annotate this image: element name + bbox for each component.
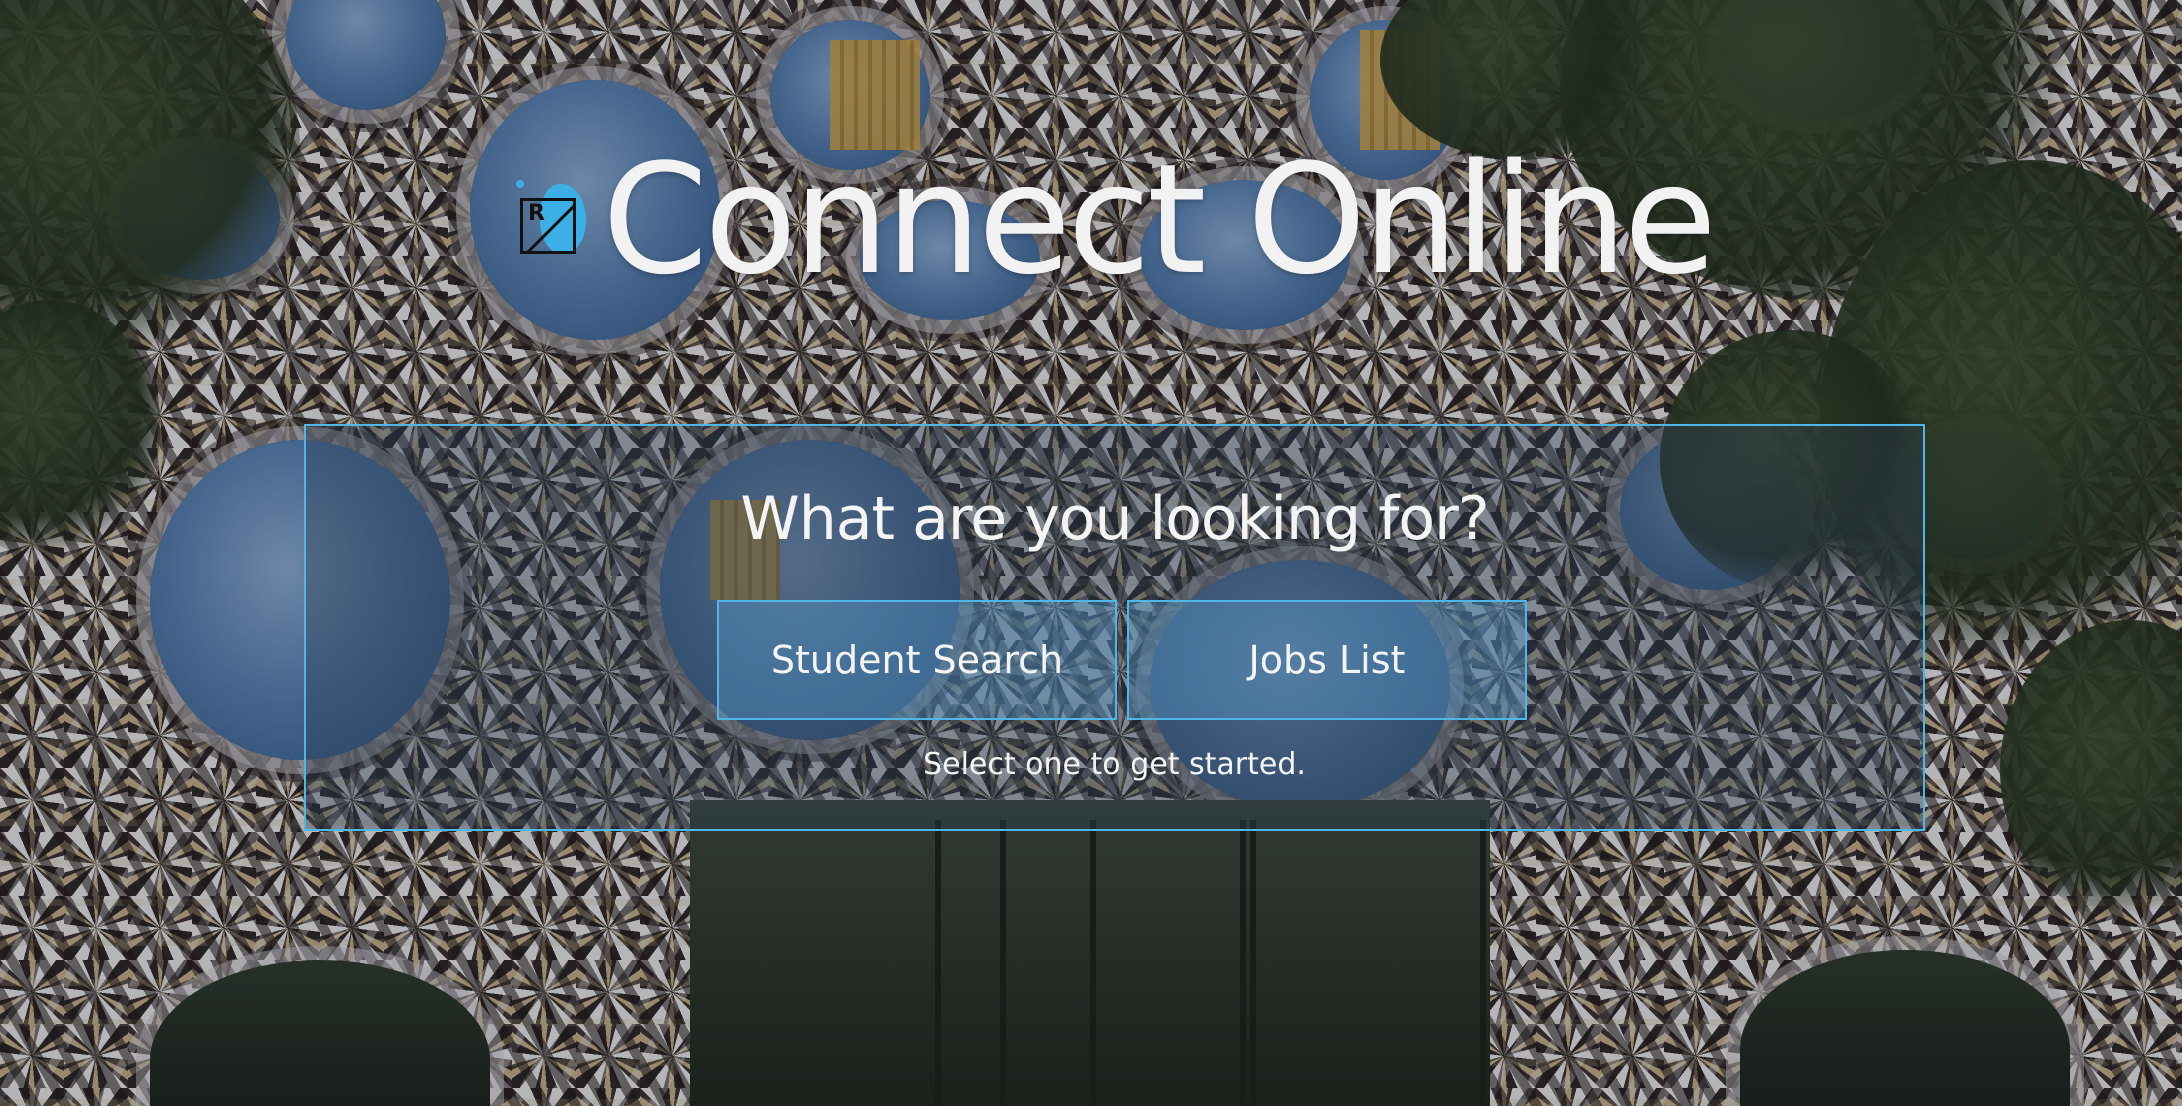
r-logo-icon: R bbox=[516, 180, 586, 260]
jobs-list-button[interactable]: Jobs List bbox=[1127, 600, 1527, 720]
logo-splash-drop bbox=[516, 180, 524, 188]
choice-buttons: Student Search Jobs List bbox=[717, 600, 1527, 720]
panel-question: What are you looking for? bbox=[740, 484, 1489, 554]
page-title: Connect Online bbox=[602, 131, 1717, 308]
panel-hint: Select one to get started. bbox=[923, 747, 1306, 782]
selection-panel: What are you looking for? Student Search… bbox=[304, 424, 1925, 831]
logo-frame: R bbox=[520, 198, 576, 254]
student-search-button[interactable]: Student Search bbox=[717, 600, 1117, 720]
logo-letter: R bbox=[528, 201, 545, 226]
site-header: R Connect Online bbox=[516, 131, 1717, 308]
